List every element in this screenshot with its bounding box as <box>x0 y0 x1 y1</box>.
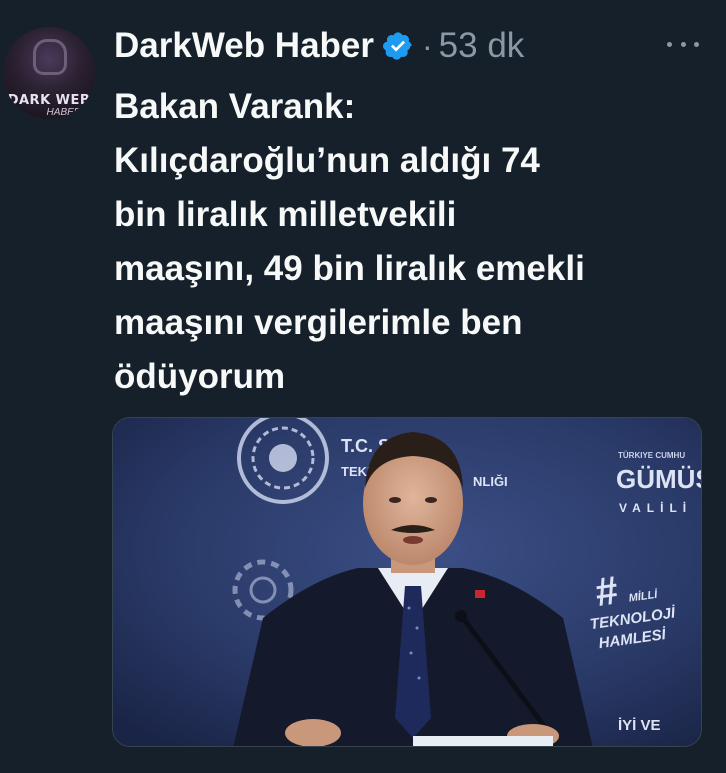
tweet-header: DarkWeb Haber · 53 dk <box>114 24 524 68</box>
tweet-text-line: ödüyorum <box>114 357 286 396</box>
avatar-logo-mark <box>33 39 67 75</box>
tweet-text-line: maaşını vergilerimle ben <box>114 303 523 342</box>
verified-badge-icon <box>382 30 414 62</box>
tweet-text-line: Kılıçdaroğlu’nun aldığı 74 <box>114 141 540 180</box>
backdrop-text-right-big: GÜMÜŞ <box>616 464 702 494</box>
more-dot <box>680 41 686 47</box>
tweet-timestamp[interactable]: 53 dk <box>439 26 525 66</box>
backdrop-text-right-small: TÜRKIYE CUMHU <box>618 451 685 460</box>
avatar-logo-text: DARK WEB <box>7 93 91 108</box>
avatar[interactable]: DARK WEB HABER <box>3 27 95 119</box>
backdrop-text-right-sub: VALİLİ <box>619 500 692 515</box>
tweet-text-line: maaşını, 49 bin liralık emekli <box>114 249 585 288</box>
more-dot <box>667 41 672 47</box>
more-options-icon[interactable] <box>667 32 699 56</box>
tweet-media-image[interactable]: T.C. S TEKN NLIĞI TÜRKIYE CUMHU GÜMÜŞ VA… <box>112 417 702 747</box>
tweet-text-line: Bakan Varank: <box>114 87 356 126</box>
tweet-text-line: bin liralık milletvekili <box>114 195 457 234</box>
tweet-text: Bakan Varank: Kılıçdaroğlu’nun aldığı 74… <box>114 80 714 404</box>
backdrop-bottom-text: İYİ VE <box>618 717 661 734</box>
backdrop-text-nligi: NLIĞI <box>473 474 508 489</box>
header-separator: · <box>422 27 433 64</box>
avatar-logo-subtext: HABER <box>46 107 81 118</box>
more-dot <box>694 41 699 47</box>
author-display-name[interactable]: DarkWeb Haber <box>114 26 374 66</box>
tweet[interactable]: DARK WEB HABER DarkWeb Haber · 53 dk Bak… <box>0 0 726 773</box>
